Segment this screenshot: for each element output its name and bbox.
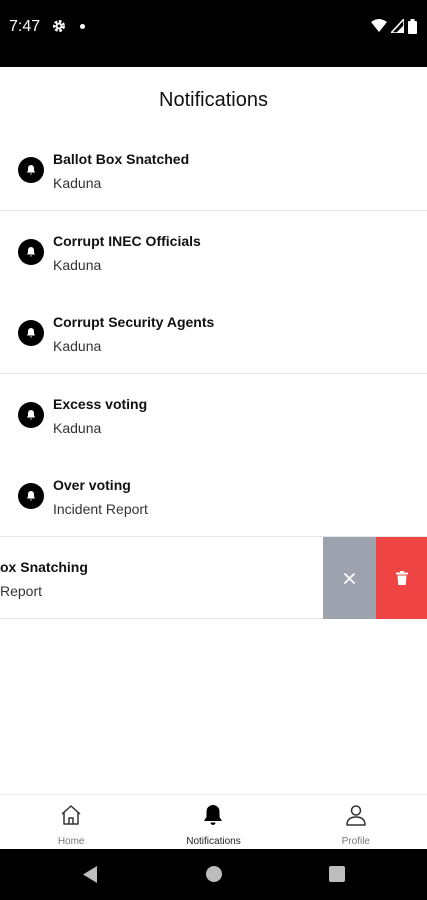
notification-item[interactable]: Corrupt Security Agents Kaduna xyxy=(0,292,427,374)
notification-subtitle: Kaduna xyxy=(53,257,102,273)
wifi-icon xyxy=(371,19,387,32)
notification-title: Corrupt INEC Officials xyxy=(53,233,201,249)
bell-icon xyxy=(18,402,44,428)
home-icon xyxy=(61,805,81,825)
swiped-notification-content[interactable]: ox Snatching Report xyxy=(0,537,322,619)
bell-icon xyxy=(18,320,44,346)
bell-icon xyxy=(18,239,44,265)
bottom-tab-bar: Home Notifications Profile xyxy=(0,794,427,849)
tab-label: Profile xyxy=(341,836,370,847)
status-bar: 7:47 xyxy=(0,0,427,67)
recents-icon[interactable] xyxy=(329,866,345,882)
swiped-notification[interactable]: ox Snatching Report xyxy=(0,537,427,619)
bell-icon xyxy=(18,157,44,183)
notification-item[interactable]: Excess voting Kaduna xyxy=(0,374,427,456)
notification-subtitle: Kaduna xyxy=(53,175,102,191)
notification-item[interactable]: Ballot Box Snatched Kaduna xyxy=(0,129,427,211)
tab-label: Home xyxy=(57,836,85,847)
page-title: Notifications xyxy=(159,89,268,111)
notification-title: ox Snatching xyxy=(0,559,88,575)
notification-subtitle: Report xyxy=(0,583,43,599)
status-icons xyxy=(371,18,417,34)
tab-label: Notifications xyxy=(186,836,241,847)
system-nav-bar xyxy=(0,849,427,900)
notification-item[interactable]: Corrupt INEC Officials Kaduna xyxy=(0,211,427,293)
home-circle-icon[interactable] xyxy=(206,866,222,882)
close-button[interactable] xyxy=(323,537,376,619)
status-time: 7:47 xyxy=(9,18,41,35)
notification-title: Over voting xyxy=(53,477,131,493)
back-icon[interactable] xyxy=(82,866,98,883)
notification-subtitle: Incident Report xyxy=(53,501,148,517)
notification-title: Ballot Box Snatched xyxy=(53,151,190,167)
bell-icon xyxy=(18,483,44,509)
user-icon xyxy=(346,805,366,826)
tab-home[interactable]: Home xyxy=(0,795,142,849)
notification-subtitle: Kaduna xyxy=(53,420,102,436)
signal-icon xyxy=(391,19,404,33)
bell-icon xyxy=(204,805,223,825)
gear-icon xyxy=(53,20,65,32)
dot-icon xyxy=(80,24,85,29)
tab-profile[interactable]: Profile xyxy=(285,795,427,849)
battery-icon xyxy=(408,18,417,34)
notification-title: Excess voting xyxy=(53,396,148,412)
header: Notifications xyxy=(0,67,427,133)
close-icon xyxy=(344,572,355,584)
notification-subtitle: Kaduna xyxy=(53,338,102,354)
notification-title: Corrupt Security Agents xyxy=(53,314,215,330)
notification-item[interactable]: Over voting Incident Report xyxy=(0,455,427,537)
delete-button[interactable] xyxy=(376,537,427,619)
tab-notifications[interactable]: Notifications xyxy=(142,795,284,849)
trash-icon xyxy=(395,571,408,585)
